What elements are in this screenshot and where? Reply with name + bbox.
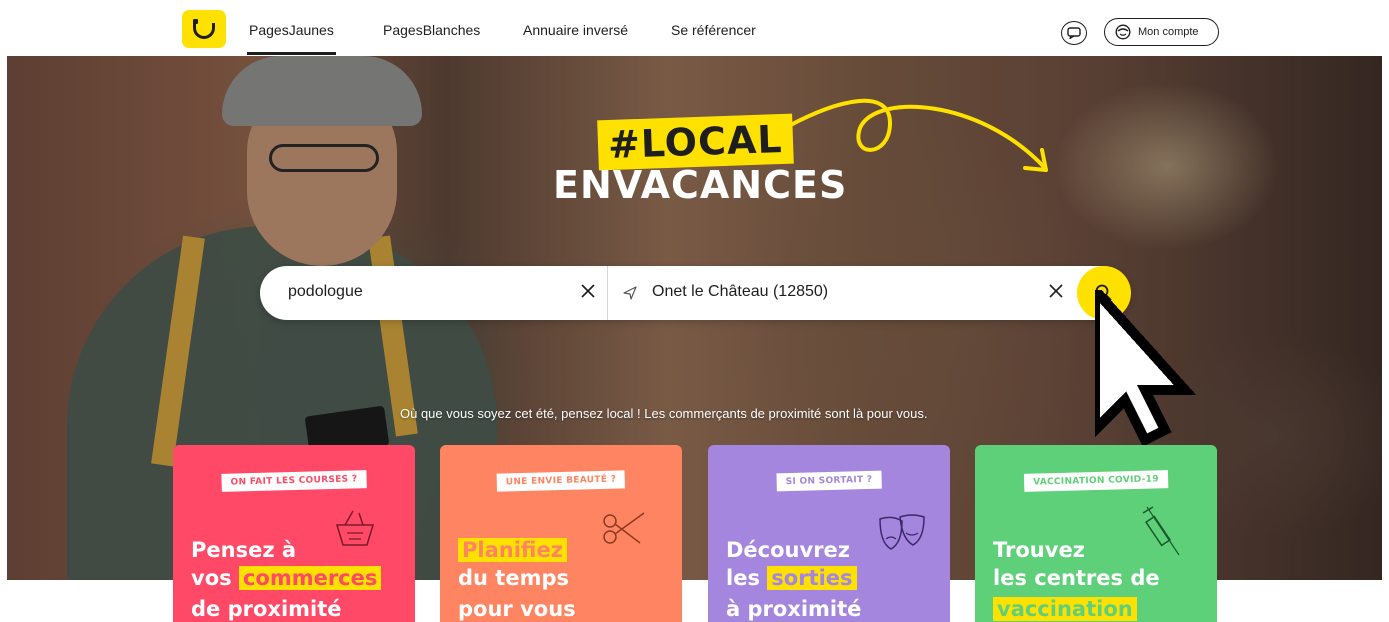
card-line: les sorties (726, 566, 857, 590)
card-line: Découvrez (726, 538, 851, 562)
card-line: de proximité (191, 597, 342, 621)
logo-smile (193, 23, 215, 39)
top-header: PagesJaunes PagesBlanches Annuaire inver… (0, 0, 1389, 56)
hero-tagline: ENVACANCES (553, 163, 848, 207)
nav-tab-pagesjaunes[interactable]: PagesJaunes (247, 22, 336, 55)
search-where-input[interactable]: Onet le Château (12850) (652, 283, 828, 301)
card-beaute[interactable]: UNE ENVIE BEAUTÉ ? Planifiez du temps po… (440, 445, 682, 622)
chat-bubble-icon (1067, 27, 1081, 39)
card-line: Trouvez (993, 538, 1085, 562)
account-button[interactable]: Mon compte (1104, 18, 1219, 46)
card-line: vaccination (993, 597, 1137, 621)
card-vaccination[interactable]: VACCINATION COVID-19 Trouvez les centres… (975, 445, 1217, 622)
card-highlight: commerces (238, 566, 382, 590)
card-line: les centres de (993, 566, 1160, 590)
theater-masks-icon (879, 514, 925, 550)
pagesjaunes-logo[interactable] (182, 10, 226, 48)
chat-button[interactable] (1061, 21, 1087, 45)
location-arrow-icon (623, 286, 637, 300)
card-line: du temps (458, 566, 569, 590)
card-line: Pensez à (191, 538, 297, 562)
search-what-input[interactable]: podologue (288, 283, 363, 301)
user-face-icon (1115, 24, 1131, 40)
close-icon[interactable] (1046, 281, 1066, 301)
card-line: pour vous (458, 597, 576, 621)
nav-tab-pagesblanches[interactable]: PagesBlanches (383, 22, 480, 38)
close-icon[interactable] (578, 281, 598, 301)
card-badge: VACCINATION COVID-19 (1023, 470, 1169, 492)
card-line: à proximité (726, 597, 862, 621)
card-badge: ON FAIT LES COURSES ? (221, 470, 367, 492)
account-label: Mon compte (1138, 26, 1199, 38)
nav-tab-annuaire-inverse[interactable]: Annuaire inversé (523, 22, 628, 38)
card-highlight: Planifiez (458, 538, 567, 562)
card-sorties[interactable]: SI ON SORTAIT ? Découvrez les sorties à … (708, 445, 950, 622)
hero-subtitle: Où que vous soyez cet été, pensez local … (400, 406, 928, 421)
card-highlight: vaccination (993, 597, 1137, 621)
syringe-icon (1142, 506, 1180, 556)
card-highlight: sorties (767, 566, 857, 590)
card-line-text: vos (191, 566, 232, 590)
card-line: Planifiez (458, 538, 567, 562)
card-badge: SI ON SORTAIT ? (776, 470, 882, 492)
card-courses[interactable]: ON FAIT LES COURSES ? Pensez à vos comme… (173, 445, 415, 622)
search-bar: podologue Onet le Château (12850) (260, 266, 1131, 320)
scissors-icon (603, 512, 645, 544)
card-line-text: les (726, 566, 760, 590)
hashtag-local: #LOCAL (597, 113, 794, 171)
card-line: vos commerces (191, 566, 382, 590)
nav-tab-se-referencer[interactable]: Se référencer (671, 22, 756, 38)
mouse-cursor-icon (1095, 290, 1197, 447)
card-badge: UNE ENVIE BEAUTÉ ? (496, 470, 626, 492)
shopping-basket-icon (335, 510, 375, 546)
search-divider (607, 266, 608, 320)
